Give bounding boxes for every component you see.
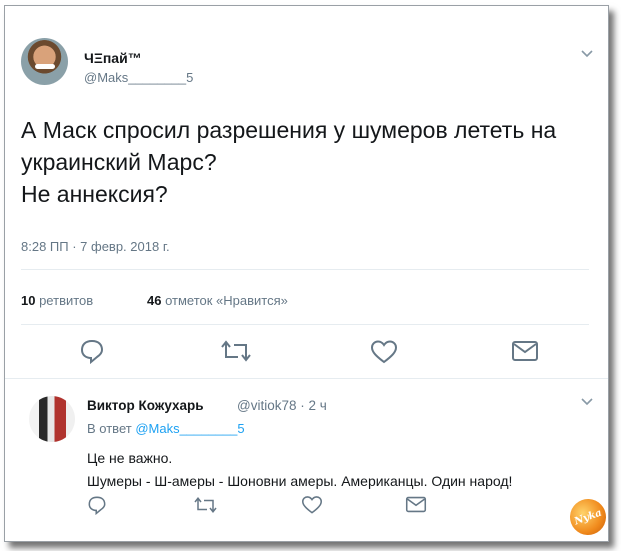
reply-text: Це не важно. Шумеры - Ш-амеры - Шоновни … [87,450,513,489]
retweets-count: 10 [21,293,36,308]
author-handle[interactable]: @Maks________5 [84,70,193,85]
watermark-logo: Nyka [564,493,612,541]
likes-count: 46 [147,293,162,308]
author-avatar[interactable] [21,38,68,85]
tweet-card: ЧΞпай™ @Maks________5 А Маск спросил раз… [4,5,612,542]
author-name[interactable]: ЧΞпай™ [84,50,142,66]
reply-author-name[interactable]: Виктор Кожухарь [87,398,204,413]
tweet-timestamp[interactable]: 8:28 ПП · 7 февр. 2018 г. [21,239,170,254]
retweets-label: ретвитов [35,293,94,308]
chevron-down-icon[interactable] [581,47,593,59]
divider [21,269,589,270]
message-icon[interactable] [511,340,539,362]
reply-to-line: В ответ @Maks________5 [87,421,245,436]
retweets-stat[interactable]: 10 ретвитов [21,293,93,308]
reply-icon[interactable] [87,495,107,515]
reply-to-handle[interactable]: @Maks________5 [135,421,244,436]
likes-label: отметок «Нравится» [161,293,288,308]
reply-author-avatar[interactable] [29,396,75,442]
reply-icon[interactable] [79,338,105,364]
divider [21,324,589,325]
message-icon[interactable] [405,496,427,513]
reply-to-prefix: В ответ [87,421,136,436]
likes-stat[interactable]: 46 отметок «Нравится» [147,293,288,308]
tweet-text: А Маск спросил разрешения у шумеров лете… [21,117,557,207]
retweet-icon[interactable] [218,339,254,363]
like-icon[interactable] [301,495,323,515]
like-icon[interactable] [370,339,398,365]
chevron-down-icon[interactable] [581,395,593,407]
retweet-icon[interactable] [192,496,219,514]
reply-author-handle[interactable]: @vitiok78 · 2 ч [237,398,327,413]
divider [5,378,608,379]
